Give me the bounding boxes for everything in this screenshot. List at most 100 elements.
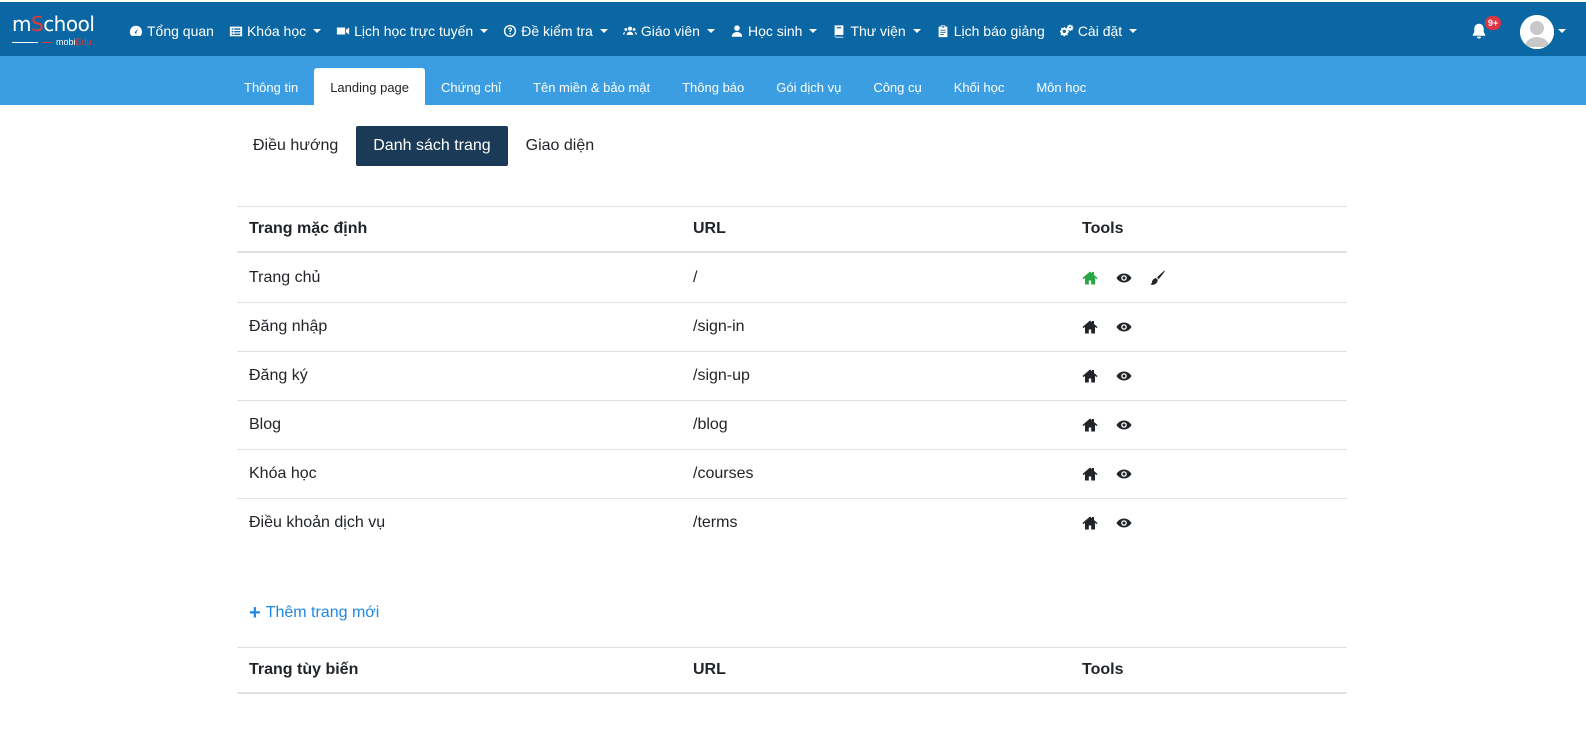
table-header: Trang mặc định URL Tools — [237, 206, 1347, 253]
eye-icon[interactable] — [1116, 368, 1132, 384]
tab-8[interactable]: Khối học — [938, 68, 1021, 105]
default-pages-table: Trang mặc định URL Tools Trang chủ / Đăng … — [237, 206, 1347, 547]
eye-icon[interactable] — [1116, 466, 1132, 482]
chevron-down-icon — [809, 29, 818, 33]
page-tab-1[interactable]: Điều hướng — [236, 126, 355, 166]
notification-badge: 9+ — [1485, 16, 1502, 30]
video-icon — [336, 24, 354, 38]
nav-item-label: Khóa học — [246, 23, 307, 39]
nav-item-label: Cài đặt — [1077, 23, 1123, 39]
question-circle-icon — [503, 24, 521, 38]
page-name: Blog — [249, 416, 282, 433]
cogs-icon — [1059, 24, 1078, 38]
brush-icon[interactable] — [1150, 269, 1166, 286]
column-header-tools: Tools — [1082, 661, 1124, 678]
plus-icon: + — [249, 602, 261, 624]
chevron-down-icon — [1129, 29, 1138, 33]
table-row: Khóa học/courses — [237, 449, 1347, 498]
page-tab-3[interactable]: Giao diện — [509, 126, 612, 166]
nav-item-2[interactable]: Khóa học — [229, 23, 322, 39]
nav-item-label: Đề kiểm tra — [521, 23, 593, 39]
chevron-down-icon[interactable] — [1558, 29, 1566, 33]
tab-7[interactable]: Công cụ — [857, 68, 937, 105]
row-tools — [1070, 368, 1150, 384]
nav-item-label: Lịch báo giảng — [953, 23, 1045, 39]
column-header-tools: Tools — [1082, 220, 1124, 237]
row-tools — [1070, 319, 1150, 335]
tab-4[interactable]: Tên miền & bảo mật — [517, 68, 666, 105]
eye-icon[interactable] — [1116, 515, 1132, 531]
home-icon[interactable] — [1082, 466, 1098, 482]
chevron-down-icon — [313, 29, 322, 33]
chevron-down-icon — [912, 29, 921, 33]
nav-item-5[interactable]: Giáo viên — [622, 23, 715, 39]
column-header-url: URL — [693, 661, 726, 678]
user-icon — [730, 24, 748, 38]
nav-item-label: Lịch học trực tuyến — [354, 23, 474, 39]
row-tools — [1070, 515, 1150, 531]
nav-item-6[interactable]: Học sinh — [730, 23, 818, 39]
row-tools — [1070, 269, 1184, 286]
page-url: /sign-up — [693, 367, 750, 384]
tab-2[interactable]: Landing page — [314, 68, 426, 105]
page-url: /sign-in — [693, 318, 745, 335]
tab-3[interactable]: Chứng chỉ — [425, 68, 517, 105]
nav-item-9[interactable]: Cài đặt — [1059, 23, 1138, 39]
book-icon — [832, 24, 850, 38]
home-icon[interactable] — [1082, 270, 1098, 286]
nav-item-7[interactable]: Thư viện — [832, 23, 921, 39]
nav-item-label: Tổng quan — [147, 23, 214, 39]
home-icon[interactable] — [1082, 368, 1098, 384]
page-name: Điều khoản dịch vụ — [249, 514, 386, 531]
nav-item-label: Học sinh — [747, 23, 803, 39]
main-menu: Tổng quan Khóa học Lịch học trực tuyến Đề k… — [129, 2, 1152, 60]
eye-icon[interactable] — [1116, 270, 1132, 286]
eye-icon[interactable] — [1116, 319, 1132, 335]
page-name: Đăng nhập — [249, 318, 328, 335]
add-page-button[interactable]: + Thêm trang mới — [249, 602, 380, 624]
page-name: Đăng ký — [249, 367, 308, 384]
chevron-down-icon — [480, 29, 489, 33]
landing-page-tabs: Điều hướng Danh sách trang Giao diện — [236, 126, 612, 166]
column-header-name: Trang mặc định — [249, 220, 368, 237]
top-navbar: mSchool mobiEdu Tổng quan Khóa học Lịch họ… — [0, 0, 1586, 60]
home-icon[interactable] — [1082, 319, 1098, 335]
row-tools — [1070, 466, 1150, 482]
settings-subnav: Thông tin Landing page Chứng chỉ Tên miền &… — [0, 56, 1586, 105]
eye-icon[interactable] — [1116, 417, 1132, 433]
page-url: /courses — [693, 465, 754, 482]
mschool-logo[interactable]: mSchool mobiEdu — [12, 14, 112, 48]
page-url: /terms — [693, 514, 738, 531]
home-icon[interactable] — [1082, 417, 1098, 433]
users-icon — [622, 24, 641, 38]
tab-5[interactable]: Thông báo — [666, 68, 760, 105]
nav-item-8[interactable]: Lịch báo giảng — [936, 23, 1045, 39]
nav-item-label: Thư viện — [850, 23, 906, 39]
dashboard-icon — [129, 24, 147, 38]
home-icon[interactable] — [1082, 515, 1098, 531]
list-icon — [229, 24, 247, 38]
page-name: Khóa học — [249, 465, 317, 482]
table-row: Đăng nhập/sign-in — [237, 302, 1347, 351]
add-page-label: Thêm trang mới — [265, 604, 380, 621]
nav-item-3[interactable]: Lịch học trực tuyến — [336, 23, 489, 39]
table-row: Đăng ký/sign-up — [237, 351, 1347, 400]
column-header-url: URL — [693, 220, 726, 237]
chevron-down-icon — [706, 29, 715, 33]
page-name: Trang chủ — [249, 268, 321, 286]
table-row: Điều khoản dịch vụ/terms — [237, 498, 1347, 547]
tab-6[interactable]: Gói dịch vụ — [760, 68, 857, 105]
avatar[interactable] — [1520, 15, 1554, 49]
page-tab-2[interactable]: Danh sách trang — [356, 126, 508, 166]
nav-item-1[interactable]: Tổng quan — [129, 23, 214, 39]
column-header-name: Trang tùy biến — [249, 661, 359, 678]
table-row: Trang chủ / — [237, 253, 1347, 302]
tab-9[interactable]: Môn học — [1020, 68, 1102, 105]
custom-pages-table: Trang tùy biến URL Tools — [237, 647, 1347, 694]
nav-item-4[interactable]: Đề kiểm tra — [503, 23, 608, 39]
tab-1[interactable]: Thông tin — [228, 68, 314, 105]
row-tools — [1070, 417, 1150, 433]
nav-item-label: Giáo viên — [640, 23, 700, 39]
page-url: /blog — [693, 416, 728, 433]
table-row: Blog/blog — [237, 400, 1347, 449]
